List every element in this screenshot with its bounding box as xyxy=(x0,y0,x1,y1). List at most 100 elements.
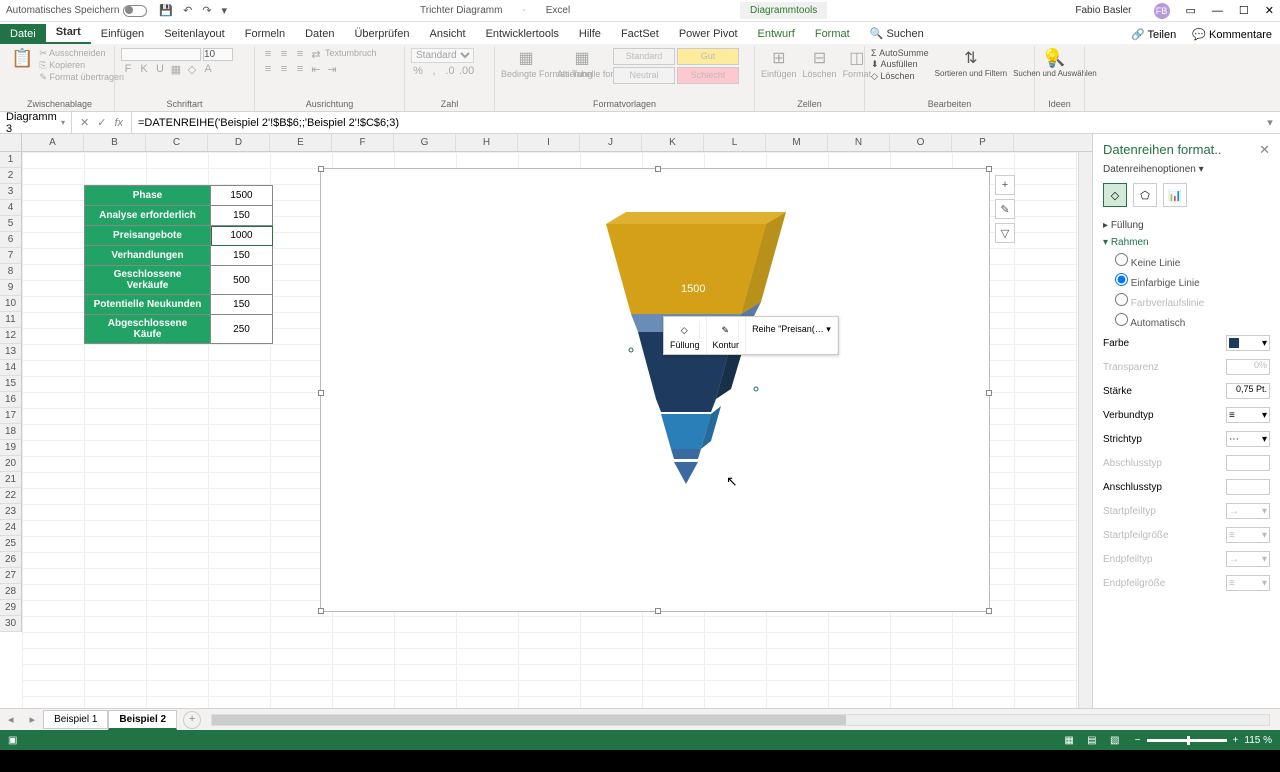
cut-button[interactable]: ✂ Ausschneiden xyxy=(39,48,124,59)
col-header[interactable]: G xyxy=(394,134,456,151)
row-header[interactable]: 9 xyxy=(0,280,22,296)
zoom-level[interactable]: 115 % xyxy=(1244,735,1272,746)
pane-subtitle[interactable]: Datenreihenoptionen ▾ xyxy=(1103,164,1270,175)
row-header[interactable]: 23 xyxy=(0,504,22,520)
row-header[interactable]: 11 xyxy=(0,312,22,328)
undo-icon[interactable]: ↶ xyxy=(183,4,192,17)
col-header[interactable]: I xyxy=(518,134,580,151)
zoom-out-icon[interactable]: − xyxy=(1135,735,1141,746)
redo-icon[interactable]: ↷ xyxy=(202,4,211,17)
format-painter-button[interactable]: ✎ Format übertragen xyxy=(39,72,124,83)
col-header[interactable]: C xyxy=(146,134,208,151)
tab-review[interactable]: Überprüfen xyxy=(344,24,419,44)
mini-toolbar[interactable]: ◇Füllung ✎Kontur Reihe "Preisan(… ▾ xyxy=(663,316,839,355)
transparency-input[interactable]: 0% xyxy=(1226,359,1270,375)
row-header[interactable]: 26 xyxy=(0,552,22,568)
enter-formula-icon[interactable]: ✓ xyxy=(97,116,106,129)
mini-outline[interactable]: ✎Kontur xyxy=(707,317,747,354)
row-header[interactable]: 13 xyxy=(0,344,22,360)
toggle-icon[interactable] xyxy=(123,5,147,17)
col-header[interactable]: F xyxy=(332,134,394,151)
row-header[interactable]: 5 xyxy=(0,216,22,232)
select-all-corner[interactable] xyxy=(0,134,22,151)
row-header[interactable]: 10 xyxy=(0,296,22,312)
chart-elements-button[interactable]: + xyxy=(995,175,1015,195)
minimize-icon[interactable]: — xyxy=(1212,5,1223,17)
worksheet[interactable]: A B C D E F G H I J K L M N O P 12345678… xyxy=(0,134,1092,708)
row-header[interactable]: 20 xyxy=(0,456,22,472)
row-header[interactable]: 18 xyxy=(0,424,22,440)
row-header[interactable]: 27 xyxy=(0,568,22,584)
row-header[interactable]: 15 xyxy=(0,376,22,392)
clear-button[interactable]: ◇ Löschen xyxy=(871,71,929,82)
cancel-formula-icon[interactable]: ✕ xyxy=(80,116,89,129)
tab-developer[interactable]: Entwicklertools xyxy=(476,24,569,44)
col-header[interactable]: N xyxy=(828,134,890,151)
row-header[interactable]: 2 xyxy=(0,168,22,184)
tab-format[interactable]: Format xyxy=(805,24,860,44)
col-header[interactable]: H xyxy=(456,134,518,151)
qat-more-icon[interactable]: ▾ xyxy=(222,4,228,17)
row-header[interactable]: 4 xyxy=(0,200,22,216)
page-layout-view-icon[interactable]: ▤ xyxy=(1082,735,1102,746)
tab-data[interactable]: Daten xyxy=(295,24,344,44)
row-header[interactable]: 22 xyxy=(0,488,22,504)
tab-insert[interactable]: Einfügen xyxy=(91,24,154,44)
maximize-icon[interactable]: ☐ xyxy=(1239,4,1249,17)
row-header[interactable]: 28 xyxy=(0,584,22,600)
page-break-view-icon[interactable]: ▧ xyxy=(1105,735,1125,746)
row-header[interactable]: 29 xyxy=(0,600,22,616)
fx-icon[interactable]: fx xyxy=(114,117,123,129)
cells-insert[interactable]: ⊞Einfügen xyxy=(761,48,797,79)
col-header[interactable]: P xyxy=(952,134,1014,151)
row-header[interactable]: 8 xyxy=(0,264,22,280)
tab-factset[interactable]: FactSet xyxy=(611,24,669,44)
col-header[interactable]: A xyxy=(22,134,84,151)
color-picker[interactable]: ▾ xyxy=(1226,335,1270,351)
row-header[interactable]: 6 xyxy=(0,232,22,248)
row-header[interactable]: 19 xyxy=(0,440,22,456)
col-header[interactable]: M xyxy=(766,134,828,151)
vertical-scrollbar[interactable] xyxy=(1078,152,1092,708)
close-icon[interactable]: ✕ xyxy=(1265,4,1274,17)
row-header[interactable]: 1 xyxy=(0,152,22,168)
section-border[interactable]: ▾ Rahmen xyxy=(1103,234,1270,251)
opt-no-line[interactable]: Keine Linie xyxy=(1115,251,1270,271)
col-header[interactable]: O xyxy=(890,134,952,151)
row-header[interactable]: 24 xyxy=(0,520,22,536)
dash-picker[interactable]: ⋯▾ xyxy=(1226,431,1270,447)
fill-button[interactable]: ⬇ Ausfüllen xyxy=(871,59,929,70)
col-header[interactable]: K xyxy=(642,134,704,151)
col-header[interactable]: E xyxy=(270,134,332,151)
row-header[interactable]: 7 xyxy=(0,248,22,264)
width-input[interactable]: 0,75 Pt. xyxy=(1226,383,1270,399)
join-picker[interactable] xyxy=(1226,479,1270,495)
col-header[interactable]: B xyxy=(84,134,146,151)
row-header[interactable]: 17 xyxy=(0,408,22,424)
col-header[interactable]: D xyxy=(208,134,270,151)
row-header[interactable]: 30 xyxy=(0,616,22,632)
avatar[interactable]: FB xyxy=(1154,3,1170,19)
opt-solid-line[interactable]: Einfarbige Linie xyxy=(1115,271,1270,291)
autosave-toggle[interactable]: Automatisches Speichern xyxy=(6,5,147,17)
paste-button[interactable]: 📋 xyxy=(11,48,33,69)
cells-delete[interactable]: ⊟Löschen xyxy=(803,48,837,79)
row-header[interactable]: 14 xyxy=(0,360,22,376)
copy-button[interactable]: ⎘ Kopieren xyxy=(39,60,124,71)
pane-tab-effects-icon[interactable]: ⬠ xyxy=(1133,183,1157,207)
name-box[interactable]: Diagramm 3 xyxy=(0,112,72,133)
row-header[interactable]: 3 xyxy=(0,184,22,200)
chart-filter-button[interactable]: ▽ xyxy=(995,223,1015,243)
formula-input[interactable]: =DATENREIHE('Beispiel 2'!$B$6;;'Beispiel… xyxy=(132,117,1260,129)
sort-filter[interactable]: ⇅Sortieren und Filtern xyxy=(935,48,1007,78)
row-header[interactable]: 16 xyxy=(0,392,22,408)
share-button[interactable]: 🔗 Teilen xyxy=(1123,25,1184,44)
record-macro-icon[interactable]: ▣ xyxy=(8,735,17,746)
search-box[interactable]: 🔍 Suchen xyxy=(860,23,934,44)
section-fill[interactable]: ▸ Füllung xyxy=(1103,217,1270,234)
col-header[interactable]: J xyxy=(580,134,642,151)
tab-view[interactable]: Ansicht xyxy=(419,24,475,44)
autosum-button[interactable]: Σ AutoSumme xyxy=(871,48,929,58)
row-header[interactable]: 21 xyxy=(0,472,22,488)
ideas-button[interactable]: 💡 xyxy=(1041,48,1063,69)
